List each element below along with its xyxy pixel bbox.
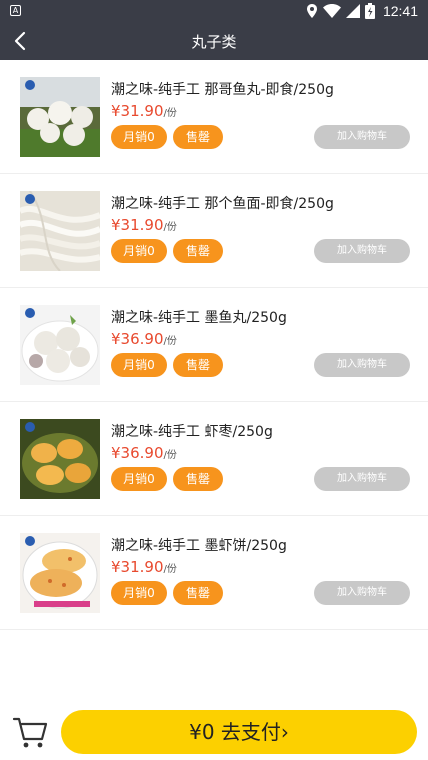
product-item[interactable]: 潮之味-纯手工 虾枣/250g ¥36.90/份 月销0 售罄 加入购物车 — [0, 402, 428, 516]
product-name: 潮之味-纯手工 墨鱼丸/250g — [111, 310, 287, 326]
product-item[interactable]: 潮之味-纯手工 那个鱼面-即食/250g ¥31.90/份 月销0 售罄 加入购… — [0, 174, 428, 288]
add-to-cart-button[interactable]: 加入购物车 — [314, 239, 410, 263]
wifi-icon — [322, 4, 341, 18]
add-to-cart-button[interactable]: 加入购物车 — [314, 581, 410, 605]
product-name: 潮之味-纯手工 墨虾饼/250g — [111, 538, 287, 554]
status-icons: 12:41 — [306, 2, 418, 20]
sold-out-badge: 售罄 — [173, 467, 223, 491]
add-to-cart-button[interactable]: 加入购物车 — [314, 467, 410, 491]
product-price: ¥36.90/份 — [111, 444, 177, 462]
product-price: ¥36.90/份 — [111, 330, 177, 348]
product-item[interactable]: 潮之味-纯手工 墨鱼丸/250g ¥36.90/份 月销0 售罄 加入购物车 — [0, 288, 428, 402]
product-item[interactable]: 潮之味-纯手工 墨虾饼/250g ¥31.90/份 月销0 售罄 加入购物车 — [0, 516, 428, 630]
battery-icon — [364, 3, 375, 19]
monthly-sales-badge: 月销0 — [111, 239, 167, 263]
monthly-sales-badge: 月销0 — [111, 467, 167, 491]
status-bar: A 12:41 — [0, 0, 428, 22]
status-time: 12:41 — [382, 3, 418, 19]
checkout-bar: ¥0 去支付› — [0, 700, 428, 760]
signal-icon — [345, 4, 360, 18]
product-image-shrimp-dates[interactable] — [20, 419, 100, 499]
location-icon — [306, 4, 317, 18]
product-item[interactable]: 潮之味-纯手工 那哥鱼丸-即食/250g ¥31.90/份 月销0 售罄 加入购… — [0, 60, 428, 174]
monthly-sales-badge: 月销0 — [111, 125, 167, 149]
product-image-fish-noodles[interactable] — [20, 191, 100, 271]
sold-out-badge: 售罄 — [173, 125, 223, 149]
page-title: 丸子类 — [191, 33, 237, 51]
add-to-cart-button[interactable]: 加入购物车 — [314, 353, 410, 377]
sold-out-badge: 售罄 — [173, 239, 223, 263]
product-image-fish-balls[interactable] — [20, 77, 100, 157]
shopping-cart-icon[interactable] — [12, 714, 48, 750]
monthly-sales-badge: 月销0 — [111, 353, 167, 377]
product-price: ¥31.90/份 — [111, 558, 177, 576]
product-name: 潮之味-纯手工 虾枣/250g — [111, 424, 273, 440]
add-to-cart-button[interactable]: 加入购物车 — [314, 125, 410, 149]
app-notification-icon: A — [10, 5, 21, 16]
product-price: ¥31.90/份 — [111, 102, 177, 120]
monthly-sales-badge: 月销0 — [111, 581, 167, 605]
product-image-cuttlefish-balls[interactable] — [20, 305, 100, 385]
nav-bar: 丸子类 — [0, 22, 428, 60]
sold-out-badge: 售罄 — [173, 581, 223, 605]
product-name: 潮之味-纯手工 那个鱼面-即食/250g — [111, 196, 334, 212]
pay-button[interactable]: ¥0 去支付› — [61, 710, 417, 754]
product-name: 潮之味-纯手工 那哥鱼丸-即食/250g — [111, 82, 334, 98]
product-image-shrimp-cakes[interactable] — [20, 533, 100, 613]
product-price: ¥31.90/份 — [111, 216, 177, 234]
product-list: 潮之味-纯手工 那哥鱼丸-即食/250g ¥31.90/份 月销0 售罄 加入购… — [0, 60, 428, 630]
sold-out-badge: 售罄 — [173, 353, 223, 377]
